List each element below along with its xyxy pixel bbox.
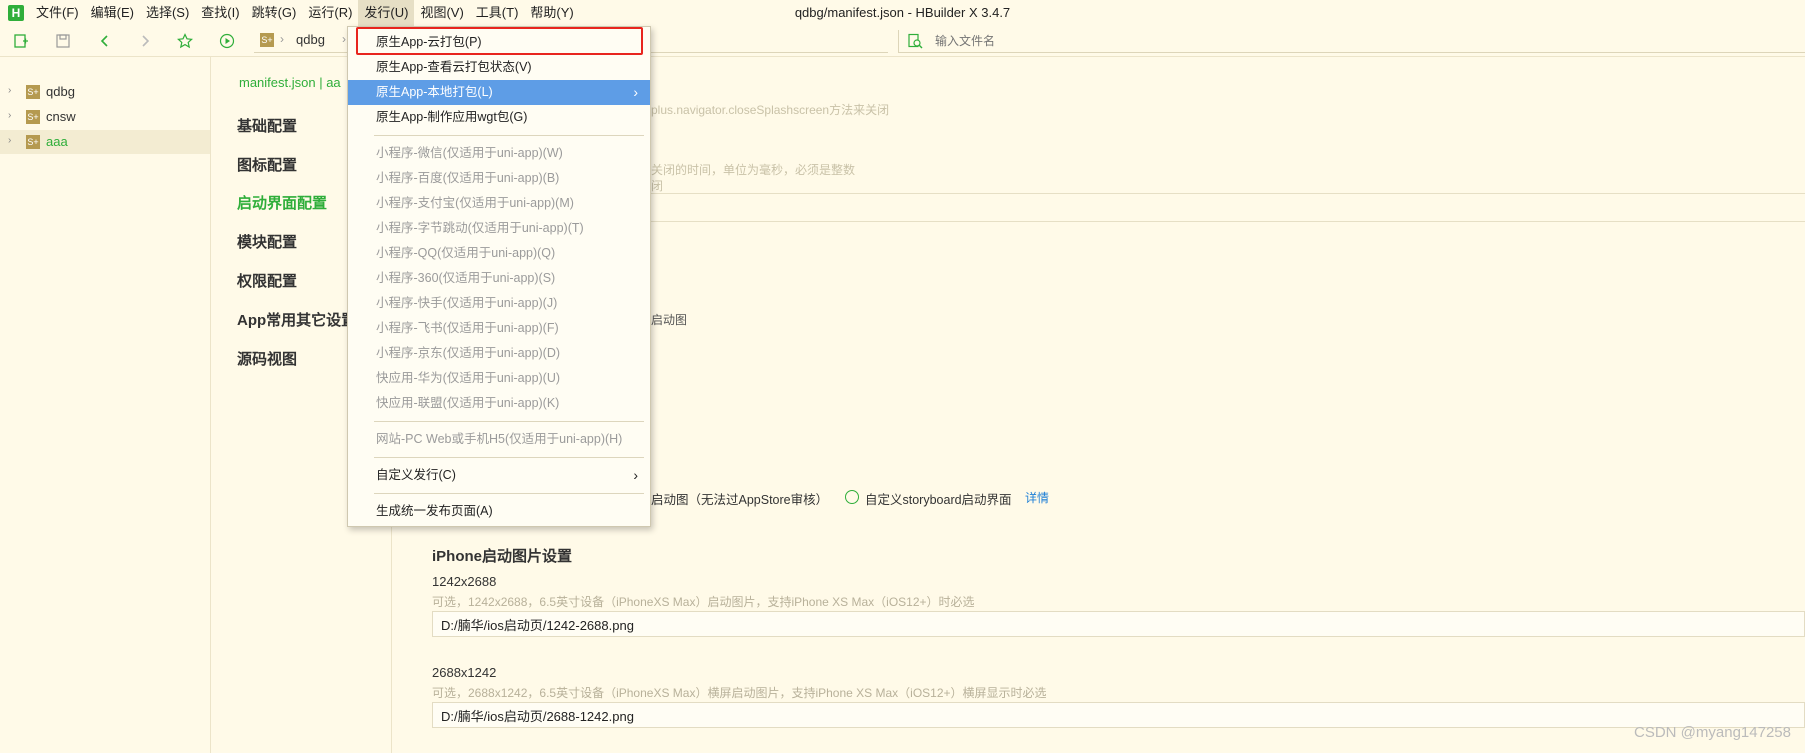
- nav-source-view[interactable]: 源码视图: [237, 348, 297, 369]
- nav-permission-config[interactable]: 权限配置: [237, 270, 297, 291]
- menu-tools[interactable]: 工具(T): [470, 0, 525, 26]
- size-label: 1242x2688: [432, 574, 497, 589]
- menu-list: 文件(F) 编辑(E) 选择(S) 查找(I) 跳转(G) 运行(R) 发行(U…: [30, 0, 580, 26]
- radio-storyboard[interactable]: [845, 490, 859, 504]
- size-description: 可选，2688x1242，6.5英寸设备（iPhoneXS Max）横屏启动图片…: [432, 686, 1047, 700]
- nav-basic-config[interactable]: 基础配置: [237, 115, 297, 136]
- new-file-icon[interactable]: [12, 32, 30, 50]
- iphone-section-title: iPhone启动图片设置: [432, 548, 573, 565]
- menu-item-local-pack[interactable]: 原生App-本地打包(L) ›: [348, 80, 650, 105]
- chevron-right-icon: ›: [8, 110, 12, 121]
- project-sidebar: › S+ qdbg › S+ cnsw › S+ aaa: [0, 57, 211, 753]
- size-label: 2688x1242: [432, 665, 497, 680]
- menu-item-mp-toutiao: 小程序-字节跳动(仅适用于uni-app)(T): [376, 221, 584, 235]
- annotation-highlight-box: [356, 27, 643, 55]
- image-path-input[interactable]: [432, 702, 1805, 728]
- menu-item-cloud-status[interactable]: 原生App-查看云打包状态(V): [348, 55, 650, 80]
- field-underline: [651, 193, 1805, 194]
- back-icon[interactable]: [96, 32, 114, 50]
- star-icon[interactable]: [176, 32, 194, 50]
- file-search-icon: [907, 33, 923, 49]
- forward-icon[interactable]: [136, 32, 154, 50]
- menu-separator: [374, 421, 644, 422]
- menu-item-label: 原生App-本地打包(L): [376, 85, 493, 99]
- details-link[interactable]: 详情: [1025, 489, 1049, 506]
- menu-file[interactable]: 文件(F): [30, 0, 85, 26]
- project-icon: S+: [26, 110, 40, 124]
- menu-select[interactable]: 选择(S): [140, 0, 195, 26]
- menu-item-mp-qq: 小程序-QQ(仅适用于uni-app)(Q): [376, 246, 556, 260]
- menu-item-web-h5: 网站-PC Web或手机H5(仅适用于uni-app)(H): [376, 432, 623, 446]
- chevron-right-icon: ›: [8, 135, 12, 146]
- ios-option-2-label: 自定义storyboard启动界面: [865, 493, 1012, 507]
- nav-module-config[interactable]: 模块配置: [237, 231, 297, 252]
- menu-edit[interactable]: 编辑(E): [85, 0, 140, 26]
- menu-separator: [374, 135, 644, 136]
- close-time-hint: 关闭的时间，单位为毫秒，必须是整数: [651, 163, 856, 177]
- menu-publish[interactable]: 发行(U): [358, 0, 415, 26]
- file-tab-path[interactable]: manifest.json | aa: [239, 75, 341, 90]
- menu-item-mp-alipay: 小程序-支付宝(仅适用于uni-app)(M): [376, 196, 574, 210]
- menu-item-quickapp-union: 快应用-联盟(仅适用于uni-app)(K): [376, 396, 560, 410]
- field-underline: [651, 221, 1805, 222]
- chevron-right-icon: ›: [633, 84, 638, 100]
- nav-splash-config[interactable]: 启动界面配置: [237, 192, 327, 213]
- menu-item-wgt-pack[interactable]: 原生App-制作应用wgt包(G): [348, 105, 650, 130]
- run-icon[interactable]: [218, 32, 236, 50]
- project-item-aaa[interactable]: › S+ aaa: [0, 130, 210, 154]
- menu-item-quickapp-huawei: 快应用-华为(仅适用于uni-app)(U): [376, 371, 561, 385]
- nav-icon-config[interactable]: 图标配置: [237, 154, 297, 175]
- menu-item-mp-lark: 小程序-飞书(仅适用于uni-app)(F): [376, 321, 559, 335]
- publish-dropdown-menu: 原生App-云打包(P) 原生App-查看云打包状态(V) 原生App-本地打包…: [347, 26, 651, 527]
- menu-item-label: 自定义发行(C): [376, 468, 456, 482]
- project-item-cnsw[interactable]: › S+ cnsw: [0, 105, 210, 129]
- toolbar: S+ › qdbg ›: [0, 26, 1805, 57]
- menu-find[interactable]: 查找(I): [195, 0, 245, 26]
- close-hint-short: 闭: [651, 179, 664, 193]
- menu-separator: [374, 493, 644, 494]
- menu-separator: [374, 457, 644, 458]
- menu-item-publish-page[interactable]: 生成统一发布页面(A): [348, 499, 650, 524]
- menu-item-mp-360: 小程序-360(仅适用于uni-app)(S): [376, 271, 556, 285]
- app-logo-icon: H: [8, 5, 24, 21]
- splash-image-label: 启动图: [651, 313, 688, 327]
- size-description: 可选，1242x2688，6.5英寸设备（iPhoneXS Max）启动图片，支…: [432, 595, 975, 609]
- nav-other-settings[interactable]: App常用其它设置: [237, 309, 356, 330]
- menu-bar: H 文件(F) 编辑(E) 选择(S) 查找(I) 跳转(G) 运行(R) 发行…: [0, 0, 1805, 26]
- watermark: CSDN @myang147258: [1634, 724, 1791, 741]
- chevron-right-icon: ›: [280, 32, 284, 46]
- menu-item-mp-kuaishou: 小程序-快手(仅适用于uni-app)(J): [376, 296, 558, 310]
- project-icon: S+: [26, 85, 40, 99]
- breadcrumb-project[interactable]: qdbg: [296, 32, 325, 47]
- menu-item-custom-publish[interactable]: 自定义发行(C) ›: [348, 463, 650, 488]
- close-splash-hint: 用plus.navigator.closeSplashscreen方法来关闭: [639, 103, 890, 117]
- menu-item-mp-weixin: 小程序-微信(仅适用于uni-app)(W): [376, 146, 563, 160]
- chevron-right-icon: ›: [342, 32, 346, 46]
- menu-view[interactable]: 视图(V): [414, 0, 469, 26]
- menu-help[interactable]: 帮助(Y): [524, 0, 579, 26]
- project-label: cnsw: [46, 109, 76, 124]
- ios-option-1-label: 启动图（无法过AppStore审核）: [651, 493, 829, 507]
- image-path-input[interactable]: [432, 611, 1805, 637]
- menu-goto[interactable]: 跳转(G): [246, 0, 303, 26]
- project-icon: S+: [260, 33, 274, 47]
- project-label: aaa: [46, 134, 68, 149]
- menu-item-mp-baidu: 小程序-百度(仅适用于uni-app)(B): [376, 171, 560, 185]
- project-label: qdbg: [46, 84, 75, 99]
- file-search-input[interactable]: [933, 31, 1337, 51]
- file-search: [898, 30, 1805, 53]
- project-item-qdbg[interactable]: › S+ qdbg: [0, 80, 210, 104]
- save-icon[interactable]: [54, 32, 72, 50]
- chevron-right-icon: ›: [8, 85, 12, 96]
- menu-run[interactable]: 运行(R): [302, 0, 358, 26]
- project-icon: S+: [26, 135, 40, 149]
- menu-item-mp-jd: 小程序-京东(仅适用于uni-app)(D): [376, 346, 561, 360]
- chevron-right-icon: ›: [633, 467, 638, 483]
